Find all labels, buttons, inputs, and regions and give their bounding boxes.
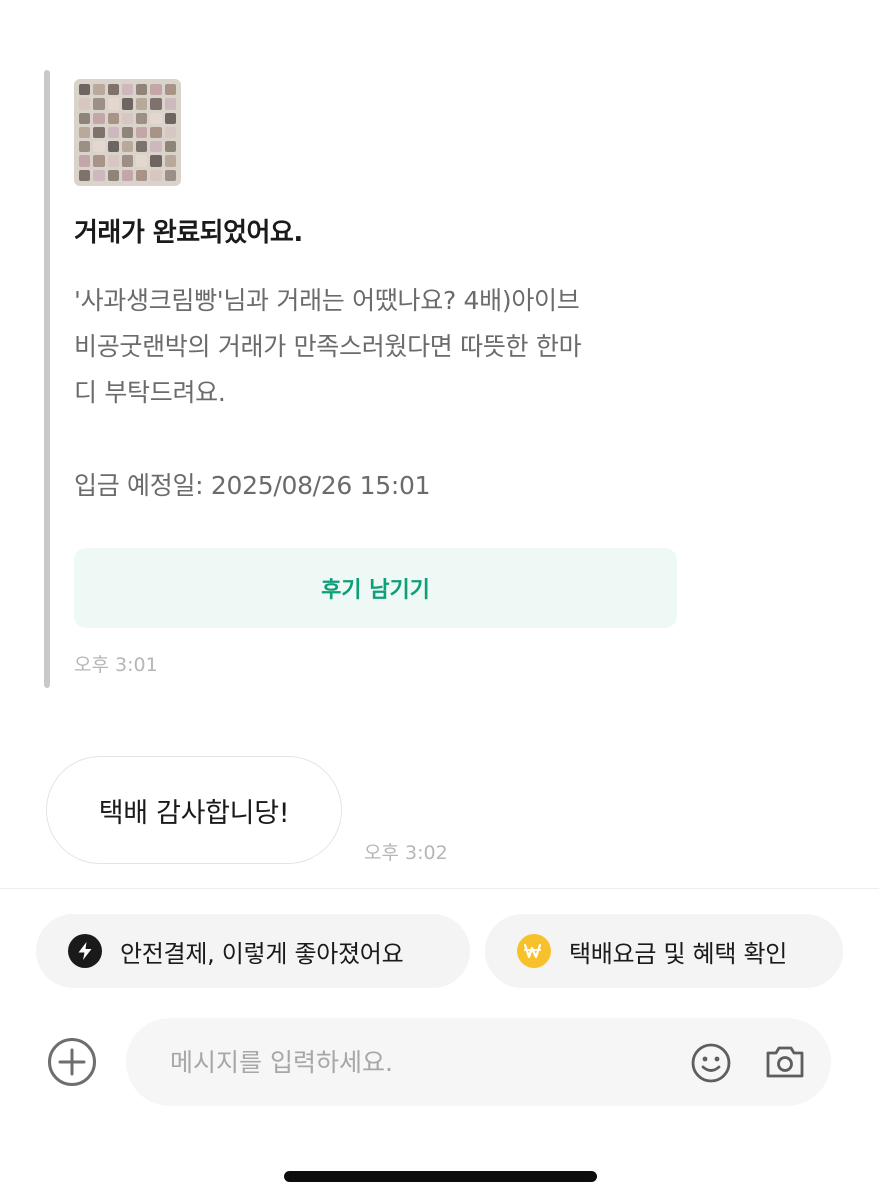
smile-icon[interactable] [690,1042,732,1084]
trade-complete-card: 거래가 완료되었어요. '사과생크림빵'님과 거래는 어땠나요? 4배)아이브 … [44,70,704,688]
plus-circle-icon[interactable] [46,1036,98,1088]
product-thumbnail[interactable] [74,79,181,186]
card-body-line: 디 부탁드려요. [74,378,226,407]
camera-icon[interactable] [763,1040,807,1084]
card-timestamp: 오후 3:01 [74,654,158,676]
card-body: '사과생크림빵'님과 거래는 어땠나요? 4배)아이브 비공굿랜박의 거래가 만… [74,278,694,416]
message-bubble[interactable]: 택배 감사합니당! [46,756,342,864]
card-body-line: 비공굿랜박의 거래가 만족스러웠다면 따뜻한 한마 [74,332,582,361]
thumbnail-photocard-grid [74,79,181,186]
lightning-icon [68,934,102,968]
card-title: 거래가 완료되었어요. [74,218,303,248]
chip-label: 안전결제, 이렇게 좋아졌어요 [120,939,404,968]
home-indicator [284,1171,597,1182]
message-timestamp: 오후 3:02 [364,842,448,864]
won-coin-icon [517,934,551,968]
card-accent-bar [44,70,50,688]
message-composer [126,1018,831,1106]
write-review-button[interactable]: 후기 남기기 [74,548,677,628]
composer-divider [0,888,879,889]
shipping-fee-chip[interactable]: 택배요금 및 혜택 확인 [485,914,843,988]
deposit-date: 입금 예정일: 2025/08/26 15:01 [74,471,431,500]
message-input[interactable] [170,1018,670,1106]
chip-label: 택배요금 및 혜택 확인 [569,939,788,968]
safe-payment-chip[interactable]: 안전결제, 이렇게 좋아졌어요 [36,914,470,988]
card-body-line: '사과생크림빵'님과 거래는 어땠나요? 4배)아이브 [74,286,580,315]
